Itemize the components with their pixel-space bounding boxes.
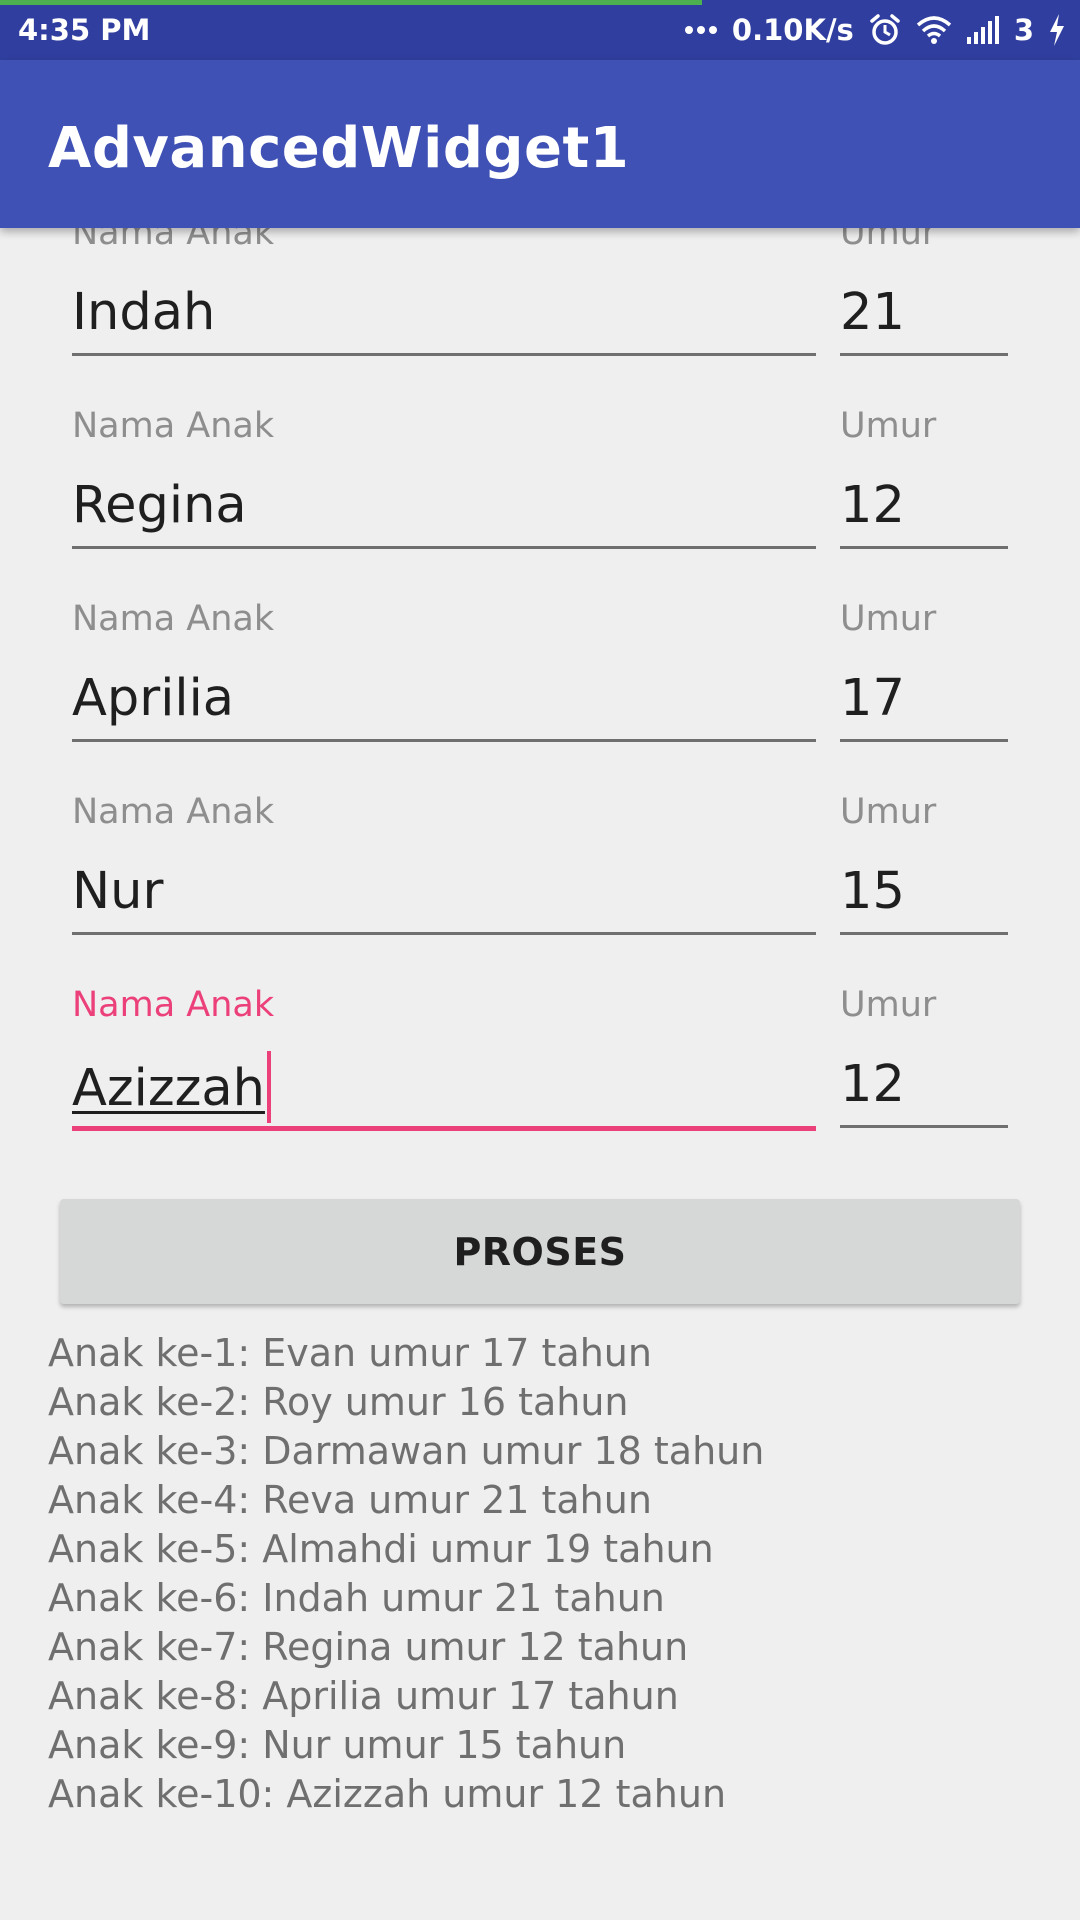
page-load-progress bbox=[0, 0, 702, 5]
app-bar: AdvancedWidget1 bbox=[0, 60, 1080, 228]
age-field-label: Umur bbox=[840, 792, 937, 832]
sim-label: 3 bbox=[1013, 13, 1034, 47]
name-field-label: Nama Anak bbox=[72, 985, 275, 1025]
name-input[interactable]: Regina bbox=[72, 476, 816, 536]
child-row: Nama Anak Aprilia Umur 17 bbox=[0, 599, 1080, 792]
age-field-underline bbox=[840, 739, 1008, 742]
proses-button[interactable]: PROSES bbox=[60, 1199, 1020, 1304]
results-list: Anak ke-1: Evan umur 17 tahun Anak ke-2:… bbox=[48, 1329, 1048, 1819]
status-bar: 4:35 PM 0.10K/s 3 bbox=[0, 0, 1080, 60]
result-item: Anak ke-1: Evan umur 17 tahun bbox=[48, 1331, 652, 1375]
result-item: Anak ke-2: Roy umur 16 tahun bbox=[48, 1380, 629, 1424]
more-dots-icon bbox=[684, 25, 718, 35]
name-field-label: Nama Anak bbox=[72, 599, 275, 639]
name-field[interactable]: Nama Anak Azizzah bbox=[72, 985, 816, 1178]
age-field-underline bbox=[840, 353, 1008, 356]
age-field-underline bbox=[840, 546, 1008, 549]
app-title: AdvancedWidget1 bbox=[48, 116, 630, 181]
age-field-label: Umur bbox=[840, 228, 937, 253]
age-field[interactable]: Umur 17 bbox=[840, 599, 1008, 792]
network-speed: 0.10K/s bbox=[731, 13, 854, 47]
result-item: Anak ke-5: Almahdi umur 19 tahun bbox=[48, 1527, 714, 1571]
name-input[interactable]: Azizzah bbox=[72, 1051, 816, 1123]
age-field[interactable]: Umur 21 bbox=[840, 228, 1008, 406]
age-input[interactable]: 12 bbox=[840, 476, 1008, 536]
age-field[interactable]: Umur 12 bbox=[840, 406, 1008, 599]
status-icons: 0.10K/s 3 bbox=[684, 10, 1066, 50]
name-field-label: Nama Anak bbox=[72, 792, 275, 832]
name-input[interactable]: Nur bbox=[72, 862, 816, 922]
name-field[interactable]: Nama Anak Indah bbox=[72, 228, 816, 406]
name-field[interactable]: Nama Anak Regina bbox=[72, 406, 816, 599]
name-field-underline bbox=[72, 932, 816, 935]
child-row-focused: Nama Anak Azizzah Umur 12 bbox=[0, 985, 1080, 1178]
age-field-underline bbox=[840, 1125, 1008, 1128]
name-input[interactable]: Aprilia bbox=[72, 669, 816, 729]
age-input[interactable]: 17 bbox=[840, 669, 1008, 729]
content-area[interactable]: Nama Anak Indah Umur 21 Nama Anak Regina… bbox=[0, 228, 1080, 1920]
name-field-underline bbox=[72, 739, 816, 742]
age-field[interactable]: Umur 15 bbox=[840, 792, 1008, 985]
name-input-text: Azizzah bbox=[72, 1059, 265, 1118]
name-field-label: Nama Anak bbox=[72, 406, 275, 446]
age-field-underline bbox=[840, 932, 1008, 935]
result-item: Anak ke-7: Regina umur 12 tahun bbox=[48, 1625, 689, 1669]
name-field-underline bbox=[72, 546, 816, 549]
text-cursor bbox=[266, 1051, 271, 1123]
age-field-label: Umur bbox=[840, 985, 937, 1025]
child-row: Nama Anak Indah Umur 21 bbox=[0, 228, 1080, 406]
status-time: 4:35 PM bbox=[18, 13, 151, 47]
result-item: Anak ke-4: Reva umur 21 tahun bbox=[48, 1478, 652, 1522]
result-item: Anak ke-10: Azizzah umur 12 tahun bbox=[48, 1772, 727, 1816]
name-field[interactable]: Nama Anak Nur bbox=[72, 792, 816, 985]
age-field-label: Umur bbox=[840, 406, 937, 446]
result-item: Anak ke-6: Indah umur 21 tahun bbox=[48, 1576, 665, 1620]
name-field-underline bbox=[72, 353, 816, 356]
alarm-icon bbox=[868, 13, 902, 47]
age-field-label: Umur bbox=[840, 599, 937, 639]
age-input[interactable]: 12 bbox=[840, 1055, 1008, 1115]
name-input[interactable]: Indah bbox=[72, 283, 816, 343]
name-field[interactable]: Nama Anak Aprilia bbox=[72, 599, 816, 792]
age-input[interactable]: 21 bbox=[840, 283, 1008, 343]
result-item: Anak ke-8: Aprilia umur 17 tahun bbox=[48, 1674, 679, 1718]
child-row: Nama Anak Regina Umur 12 bbox=[0, 406, 1080, 599]
name-field-underline bbox=[72, 1126, 816, 1131]
name-field-label: Nama Anak bbox=[72, 228, 275, 253]
result-item: Anak ke-3: Darmawan umur 18 tahun bbox=[48, 1429, 765, 1473]
age-field[interactable]: Umur 12 bbox=[840, 985, 1008, 1178]
result-item: Anak ke-9: Nur umur 15 tahun bbox=[48, 1723, 627, 1767]
charging-bolt-icon bbox=[1048, 14, 1066, 46]
signal-icon bbox=[966, 15, 1000, 45]
age-input[interactable]: 15 bbox=[840, 862, 1008, 922]
wifi-icon bbox=[916, 15, 952, 45]
child-row: Nama Anak Nur Umur 15 bbox=[0, 792, 1080, 985]
